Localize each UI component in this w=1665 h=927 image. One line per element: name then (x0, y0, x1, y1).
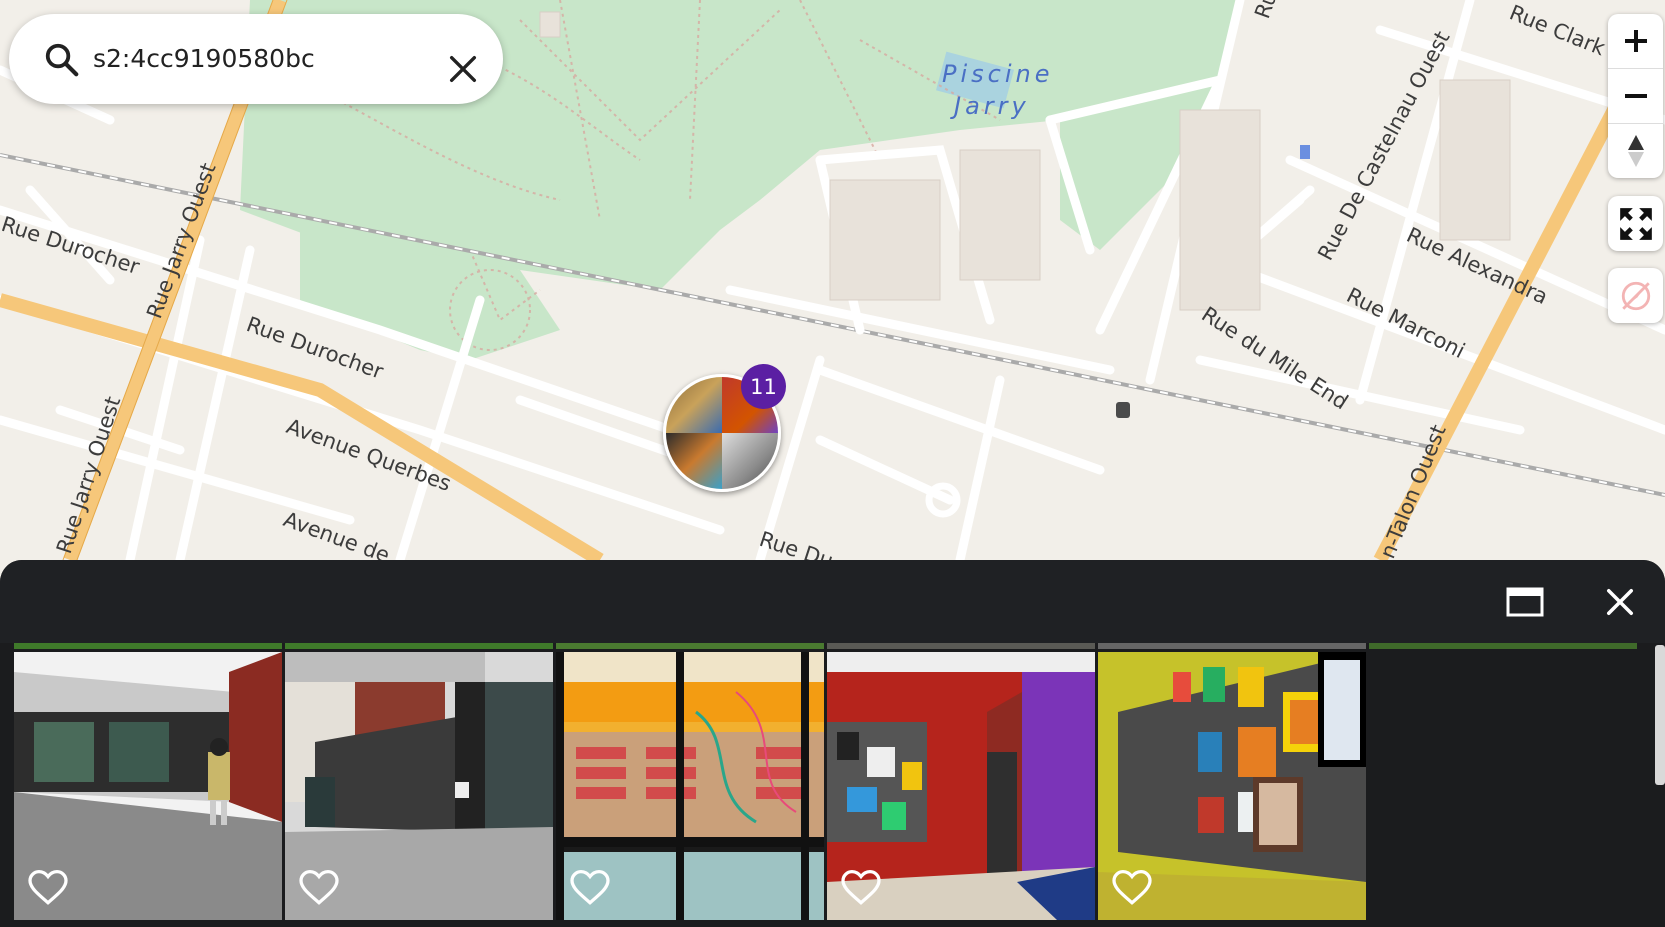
fullscreen-button[interactable] (1608, 196, 1663, 251)
favorite-heart-icon[interactable] (1112, 870, 1152, 906)
minus-icon (1624, 94, 1647, 98)
search-input[interactable] (93, 44, 413, 73)
search-bar (9, 14, 503, 104)
cluster-thumbnail (666, 433, 722, 489)
zoom-controls (1608, 14, 1663, 178)
open-in-window-button[interactable] (1505, 582, 1545, 622)
fullscreen-icon (1619, 207, 1652, 240)
pool-label: Piscine (942, 60, 1053, 88)
pool-label: Jarry (950, 92, 1030, 120)
window-icon (1506, 587, 1544, 617)
favorite-heart-icon[interactable] (841, 870, 881, 906)
photo-thumbnail[interactable] (14, 652, 282, 920)
compass-icon (1627, 135, 1644, 167)
clear-search-icon[interactable] (446, 52, 480, 86)
geolocate-disabled-icon (1621, 281, 1650, 310)
geolocate-button[interactable] (1608, 268, 1663, 323)
previous-row-edge (827, 643, 1095, 649)
cluster-thumbnail (666, 377, 722, 433)
photo-thumbnail[interactable] (285, 652, 553, 920)
previous-row-edge (556, 643, 824, 649)
photo-thumbnail[interactable] (1098, 652, 1366, 920)
previous-row-edge (14, 643, 282, 649)
close-panel-button[interactable] (1600, 582, 1640, 622)
close-icon (1607, 589, 1633, 615)
favorite-heart-icon[interactable] (28, 870, 68, 906)
cluster-count-badge[interactable]: 11 (741, 364, 786, 409)
plus-icon (1624, 30, 1647, 52)
panel-header (0, 560, 1665, 643)
reset-bearing-button[interactable] (1608, 124, 1663, 178)
photo-panel (0, 560, 1665, 927)
previous-row-edge (1098, 643, 1366, 649)
panel-scrollbar[interactable] (1655, 645, 1665, 785)
cluster-thumbnail (722, 433, 778, 489)
search-icon (45, 43, 79, 77)
previous-row-edge (1369, 643, 1637, 649)
zoom-in-button[interactable] (1608, 14, 1663, 69)
favorite-heart-icon[interactable] (570, 870, 610, 906)
previous-row-edge (285, 643, 553, 649)
photo-thumbnail[interactable] (556, 652, 824, 920)
photo-thumbnail[interactable] (827, 652, 1095, 920)
favorite-heart-icon[interactable] (299, 870, 339, 906)
zoom-out-button[interactable] (1608, 69, 1663, 124)
